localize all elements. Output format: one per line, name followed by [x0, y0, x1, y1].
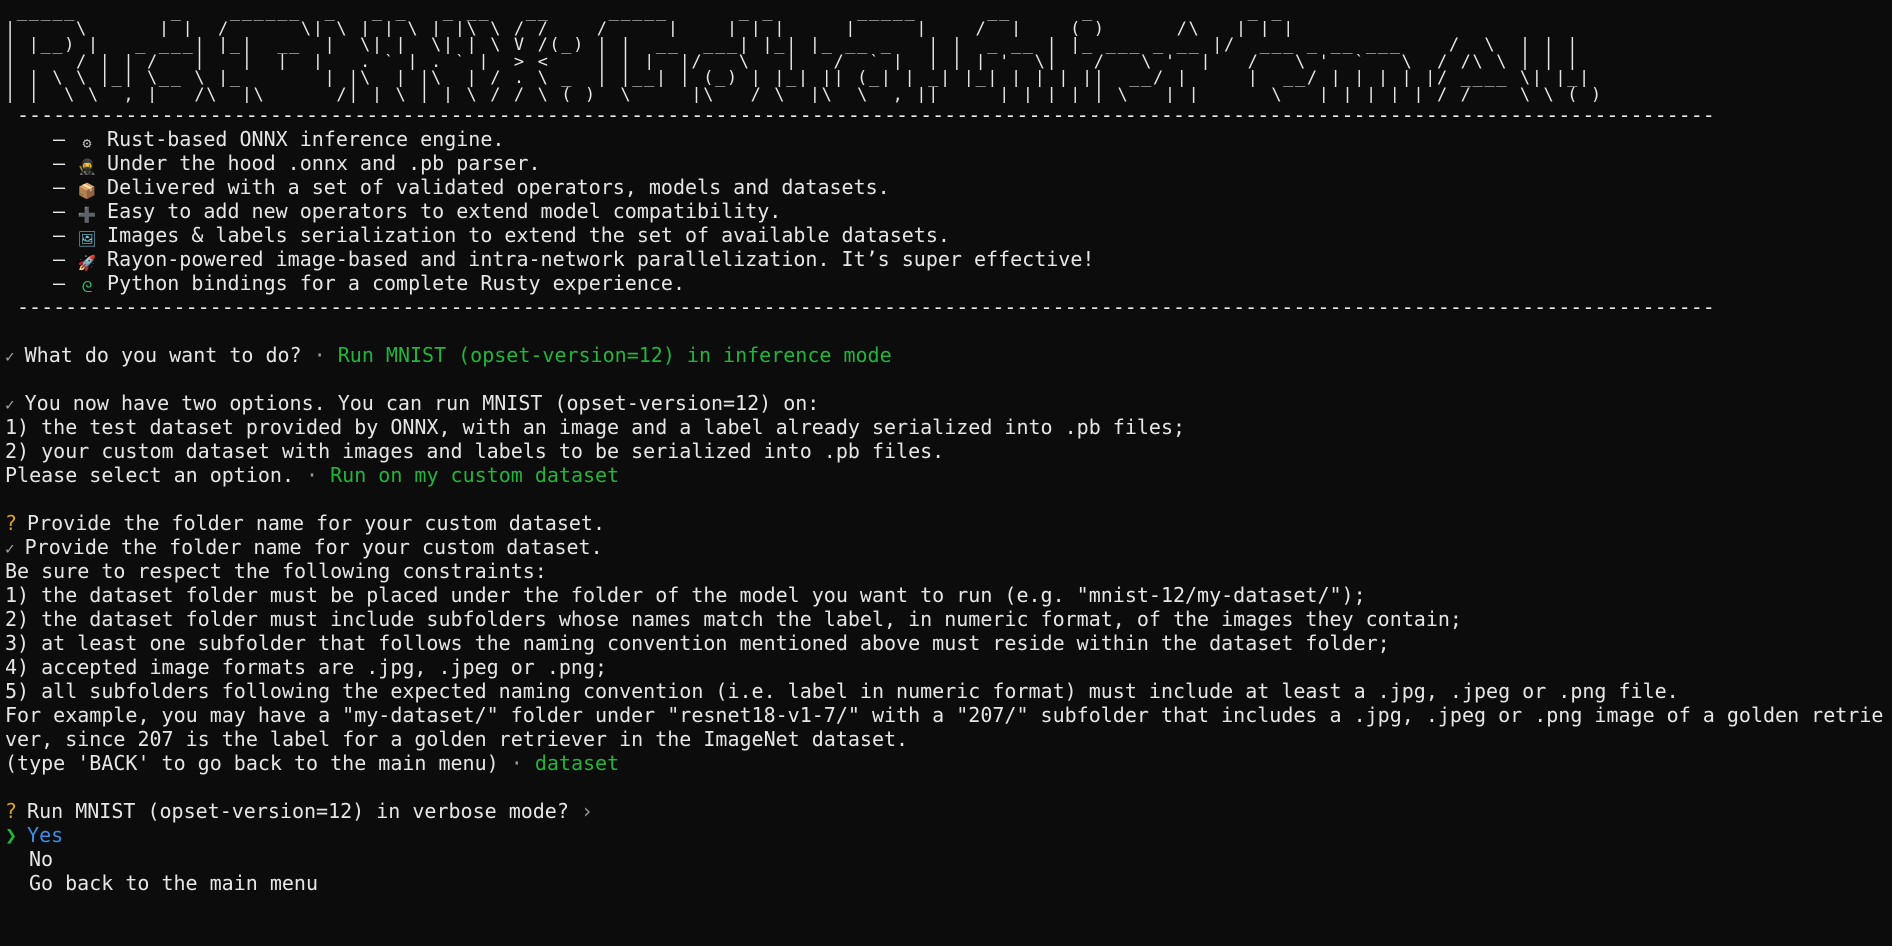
picture-icon: 🖼	[77, 230, 97, 247]
gear-icon: ⚙	[82, 134, 92, 151]
prompt-answered-dataset-option: ✓ You now have two options. You can run M…	[5, 391, 1892, 415]
bullet-dash: –	[53, 175, 66, 199]
banner-line: | __ \ | | / \| \ | | \ | |\ \ / /_ / __…	[5, 20, 1295, 37]
prompt-info-line: 4) accepted image formats are .jpg, .jpe…	[5, 655, 608, 679]
separator-dot: ·	[306, 463, 319, 487]
separator-dot: ·	[510, 751, 523, 775]
bullet-dash: –	[53, 151, 66, 175]
banner-line: | | \ \ |_| \__ \ |_ | |\ | |\ | / . \ _…	[5, 70, 1591, 87]
plus-icon: ➕	[77, 206, 97, 223]
prompt-question: Provide the folder name for your custom …	[27, 511, 606, 535]
prompt-info-line: 1) the dataset folder must be placed und…	[5, 583, 1366, 607]
feature-text: Rayon-powered image-based and intra-netw…	[107, 247, 1095, 271]
prompt-final-line: (type 'BACK' to go back to the main menu…	[5, 751, 1892, 775]
prompt-question: Please select an option.	[5, 463, 294, 487]
prompt-info-line: For example, you may have a "my-dataset/…	[5, 703, 1884, 727]
separator-rule: ----------------------------------------…	[17, 295, 1715, 319]
prompt-active-verbose: ? Run MNIST (opset-version=12) in verbose…	[5, 799, 1892, 823]
prompt-pending-folder: ? Provide the folder name for your custom…	[5, 511, 1892, 535]
feature-item: – ➕ Easy to add new operators to extend mo…	[5, 199, 1892, 223]
feature-text: Easy to add new operators to extend mode…	[107, 199, 782, 223]
prompt-answer: dataset	[534, 751, 620, 775]
prompt-question: What do you want to do?	[24, 343, 302, 367]
prompt-info-line: Be sure to respect the following constra…	[5, 559, 547, 583]
package-icon: 📦	[77, 182, 97, 199]
prompt-info-line: 3) at least one subfolder that follows t…	[5, 631, 1390, 655]
feature-item: – 📦 Delivered with a set of validated oper…	[5, 175, 1892, 199]
feature-text: Images & labels serialization to extend …	[107, 223, 950, 247]
feature-text: Python bindings for a complete Rusty exp…	[107, 271, 686, 295]
banner-line: |_| \_\__,_|___/\__|\______/|_| \_|_| \_…	[5, 86, 1603, 103]
feature-item: – 🥷 Under the hood .onnx and .pb parser.	[5, 151, 1892, 175]
banner-line: | |__) | _ ___| |_| __ | \| | \| | \ V /…	[5, 37, 1580, 54]
banner-line: | _ / | | / __| __| |__| . ` | . ` | > <…	[5, 53, 1580, 70]
bullet-dash: –	[53, 127, 66, 151]
prompt-question: Provide the folder name for your custom …	[24, 535, 603, 559]
check-icon: ✓	[5, 395, 15, 414]
menu-option-no[interactable]: No	[5, 847, 1892, 871]
rocket-icon: 🚀	[77, 254, 97, 271]
prompt-answered-main-action: ✓ What do you want to do? · Run MNIST (op…	[5, 343, 1892, 367]
feature-list: – ⚙ Rust-based ONNX inference engine. – 🥷 Un…	[5, 127, 1892, 295]
prompt-answer: Run on my custom dataset	[330, 463, 620, 487]
question-mark-icon: ?	[5, 799, 18, 823]
feature-text: Delivered with a set of validated operat…	[107, 175, 890, 199]
feature-text: Under the hood .onnx and .pb parser.	[107, 151, 541, 175]
feature-item: – 🖼 Images & labels serialization to exten…	[5, 223, 1892, 247]
option-label: Yes	[27, 823, 64, 847]
separator-dot: ·	[313, 343, 326, 367]
banner-line: _____ _ ______ _ _ _ _ __ __ _____ _ _ _…	[5, 4, 1295, 21]
feature-item: – ᘓ Python bindings for a complete Rusty e…	[5, 271, 1892, 295]
prompt-info-line: ver, since 207 is the label for a golden…	[5, 727, 909, 751]
bullet-dash: –	[53, 271, 66, 295]
prompt-question: Run MNIST (opset-version=12) in verbose …	[27, 799, 569, 823]
chevron-right-icon: ›	[580, 799, 593, 823]
menu-option-yes[interactable]: ❯ Yes	[5, 823, 1892, 847]
bullet-dash: –	[53, 247, 66, 271]
prompt-answer: Run MNIST (opset-version=12) in inferenc…	[337, 343, 892, 367]
separator-rule: ----------------------------------------…	[17, 103, 1715, 127]
feature-item: – 🚀 Rayon-powered image-based and intra-ne…	[5, 247, 1892, 271]
feature-item: – ⚙ Rust-based ONNX inference engine.	[5, 127, 1892, 151]
prompt-question: (type 'BACK' to go back to the main menu…	[5, 751, 499, 775]
prompt-info-line: 2) your custom dataset with images and l…	[5, 439, 945, 463]
prompt-answered-folder: ✓ Provide the folder name for your custom…	[5, 535, 1892, 559]
menu-option-back[interactable]: Go back to the main menu	[5, 871, 1892, 895]
prompt-info-line: 2) the dataset folder must include subfo…	[5, 607, 1462, 631]
question-mark-icon: ?	[5, 511, 18, 535]
prompt-info-line: 5) all subfolders following the expected…	[5, 679, 1679, 703]
ninja-icon: 🥷	[77, 158, 97, 175]
feature-text: Rust-based ONNX inference engine.	[107, 127, 505, 151]
python-icon: ᘓ	[81, 278, 93, 295]
bullet-dash: –	[53, 199, 66, 223]
prompt-final-line: Please select an option. · Run on my cus…	[5, 463, 1892, 487]
terminal-window: _____ _ ______ _ _ _ _ __ __ _____ _ _ _…	[0, 0, 1892, 946]
prompt-info-line: 1) the test dataset provided by ONNX, wi…	[5, 415, 1186, 439]
ascii-banner: _____ _ ______ _ _ _ _ __ __ _____ _ _ _…	[5, 4, 1892, 103]
selection-pointer-icon: ❯	[5, 823, 18, 847]
check-icon: ✓	[5, 347, 15, 366]
prompt-question: You now have two options. You can run MN…	[24, 391, 820, 415]
check-icon: ✓	[5, 539, 15, 558]
bullet-dash: –	[53, 223, 66, 247]
